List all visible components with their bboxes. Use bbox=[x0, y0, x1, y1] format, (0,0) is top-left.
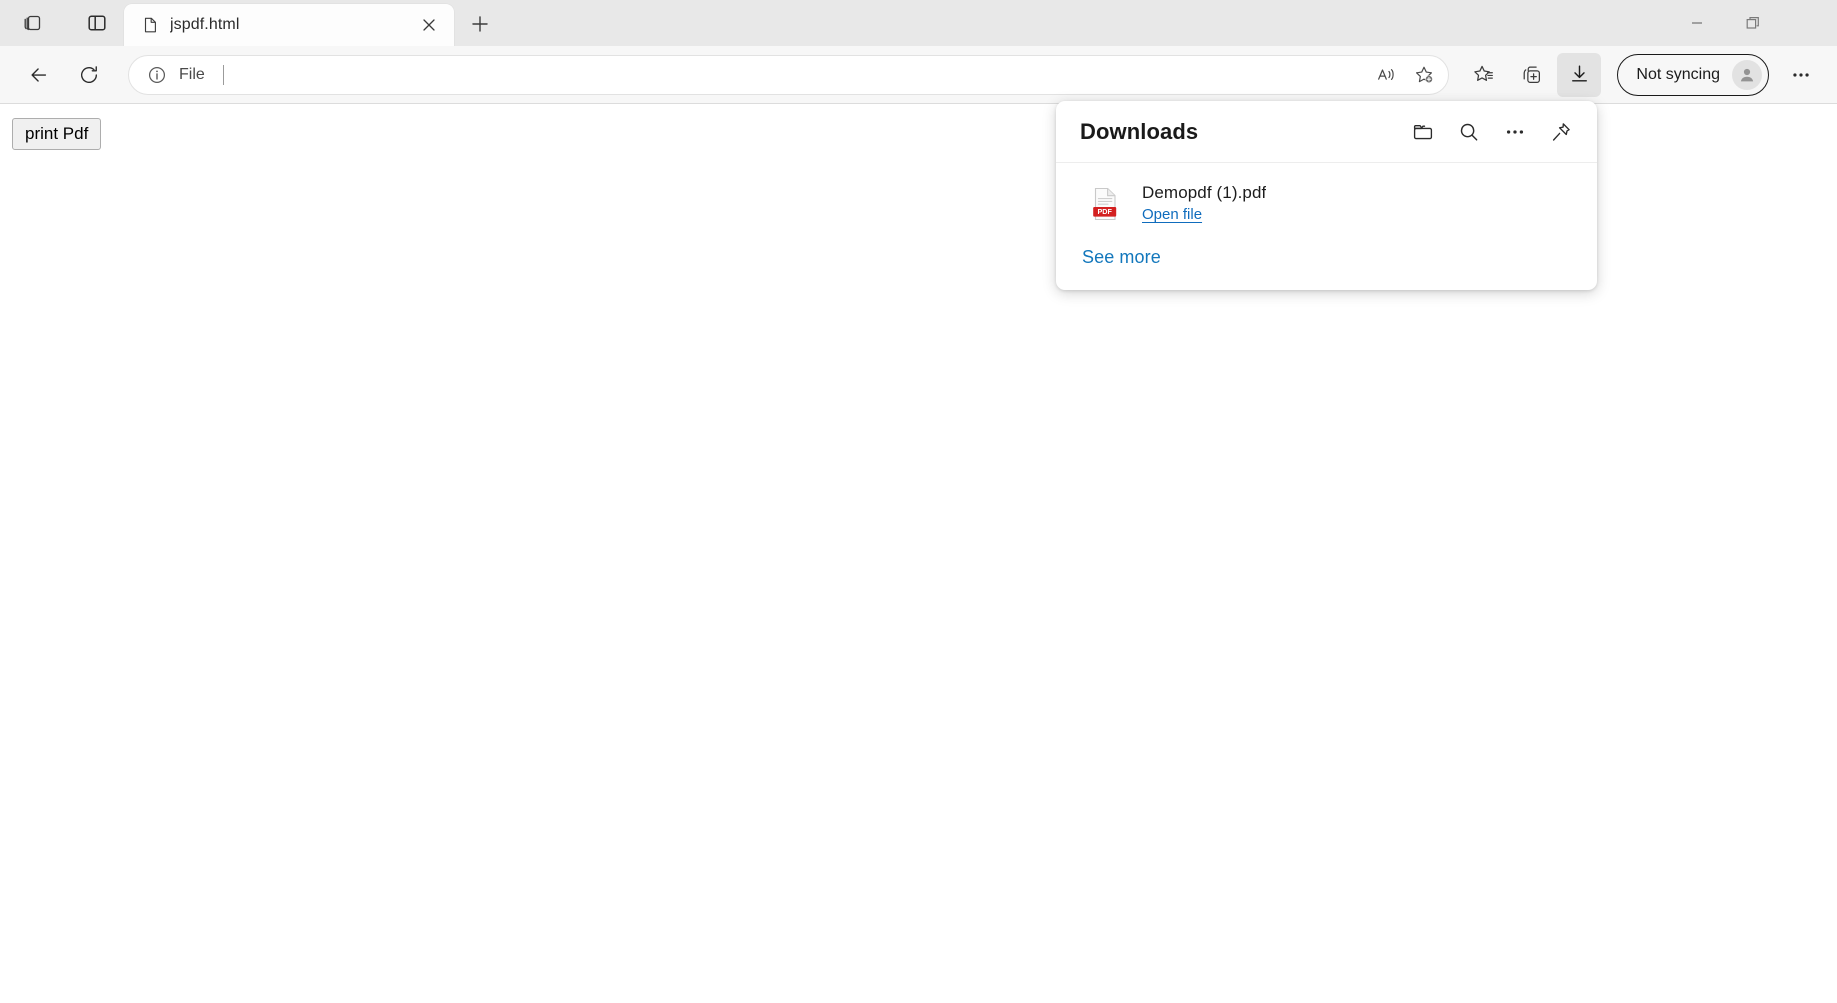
pin-downloads-button[interactable] bbox=[1541, 112, 1581, 152]
close-tab-icon[interactable] bbox=[416, 12, 442, 38]
browser-window: jspdf.html File Not syncing print Pdf Do… bbox=[0, 0, 1837, 1003]
favorites-button[interactable] bbox=[1461, 53, 1505, 97]
browser-toolbar: File Not syncing bbox=[0, 46, 1837, 104]
minimize-button[interactable] bbox=[1669, 0, 1725, 46]
search-icon bbox=[1460, 123, 1478, 141]
download-item[interactable]: PDF Demopdf (1).pdf Open file bbox=[1062, 171, 1591, 237]
avatar bbox=[1732, 59, 1762, 90]
pdf-file-icon: PDF bbox=[1088, 185, 1122, 223]
collections-button[interactable] bbox=[1509, 53, 1553, 97]
print-pdf-button[interactable]: print Pdf bbox=[12, 118, 102, 151]
open-file-link[interactable]: Open file bbox=[1142, 206, 1202, 223]
refresh-icon bbox=[81, 65, 98, 83]
star-plus-icon bbox=[1416, 66, 1434, 83]
restore-button[interactable] bbox=[1725, 0, 1781, 46]
downloads-list: PDF Demopdf (1).pdf Open file bbox=[1056, 163, 1597, 239]
search-downloads-button[interactable] bbox=[1449, 112, 1489, 152]
back-arrow-icon bbox=[31, 67, 47, 82]
address-bar[interactable]: File bbox=[128, 54, 1450, 95]
read-aloud-button[interactable] bbox=[1368, 58, 1404, 92]
ellipsis-icon bbox=[1793, 72, 1809, 77]
download-filename: Demopdf (1).pdf bbox=[1142, 183, 1267, 202]
settings-and-more-button[interactable] bbox=[1779, 53, 1823, 97]
refresh-button[interactable] bbox=[68, 54, 110, 96]
collections-icon bbox=[1523, 66, 1540, 83]
stacked-pages-icon bbox=[24, 15, 41, 31]
close-icon bbox=[1802, 16, 1816, 30]
tab-actions-menu-button[interactable] bbox=[14, 4, 52, 42]
tab-strip: jspdf.html bbox=[0, 0, 1837, 46]
downloads-flyout: Downloads PDF Demopdf (1).pdf Open file … bbox=[1056, 101, 1597, 290]
downloads-footer: See more bbox=[1056, 239, 1597, 290]
svg-text:PDF: PDF bbox=[1098, 207, 1113, 216]
info-icon[interactable] bbox=[143, 61, 171, 89]
read-aloud-icon bbox=[1378, 68, 1395, 80]
pin-icon bbox=[1552, 122, 1570, 141]
tab-strip-left-controls bbox=[0, 0, 116, 46]
favorites-star-icon bbox=[1474, 65, 1493, 81]
address-separator bbox=[222, 64, 224, 85]
profile-button[interactable]: Not syncing bbox=[1617, 53, 1769, 96]
restore-icon bbox=[1746, 17, 1759, 29]
download-item-meta: Demopdf (1).pdf Open file bbox=[1142, 183, 1266, 223]
see-more-link[interactable]: See more bbox=[1082, 247, 1161, 267]
plus-icon bbox=[472, 16, 488, 32]
back-button[interactable] bbox=[18, 54, 60, 96]
browser-tab[interactable]: jspdf.html bbox=[124, 4, 454, 46]
minimize-icon bbox=[1692, 22, 1702, 24]
split-screen-button[interactable] bbox=[78, 4, 116, 42]
profile-label: Not syncing bbox=[1636, 65, 1720, 83]
new-tab-button[interactable] bbox=[460, 4, 500, 44]
downloads-title: Downloads bbox=[1080, 118, 1199, 144]
close-window-button[interactable] bbox=[1781, 0, 1837, 46]
downloads-header: Downloads bbox=[1056, 101, 1597, 163]
tab-title: jspdf.html bbox=[170, 16, 240, 33]
split-screen-icon bbox=[88, 15, 106, 31]
add-to-favorites-button[interactable] bbox=[1406, 58, 1442, 92]
ellipsis-icon bbox=[1506, 129, 1524, 134]
downloads-more-options-button[interactable] bbox=[1495, 112, 1535, 152]
window-controls bbox=[1669, 0, 1837, 46]
document-icon bbox=[140, 15, 160, 35]
address-scheme-label: File bbox=[179, 65, 205, 83]
open-downloads-folder-button[interactable] bbox=[1403, 112, 1443, 152]
downloads-icon bbox=[1571, 65, 1587, 82]
downloads-button[interactable] bbox=[1557, 52, 1602, 97]
tabs-container: jspdf.html bbox=[124, 0, 500, 46]
person-icon bbox=[1740, 68, 1754, 81]
folder-icon bbox=[1413, 124, 1433, 139]
address-bar-actions bbox=[1366, 58, 1442, 92]
